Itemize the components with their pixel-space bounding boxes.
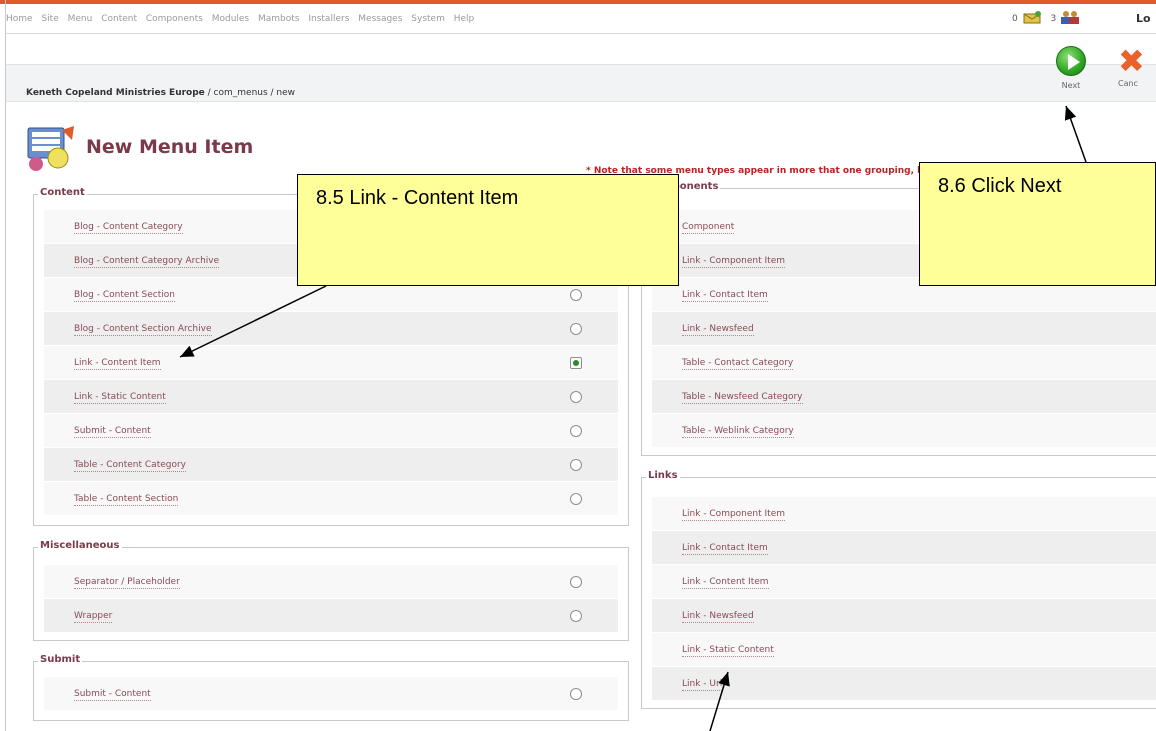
arrow-to-content-item	[179, 285, 327, 358]
arrow-to-next-button	[1064, 105, 1087, 163]
arrow-to-link-url	[709, 671, 730, 731]
annotation-arrows	[179, 105, 1087, 731]
